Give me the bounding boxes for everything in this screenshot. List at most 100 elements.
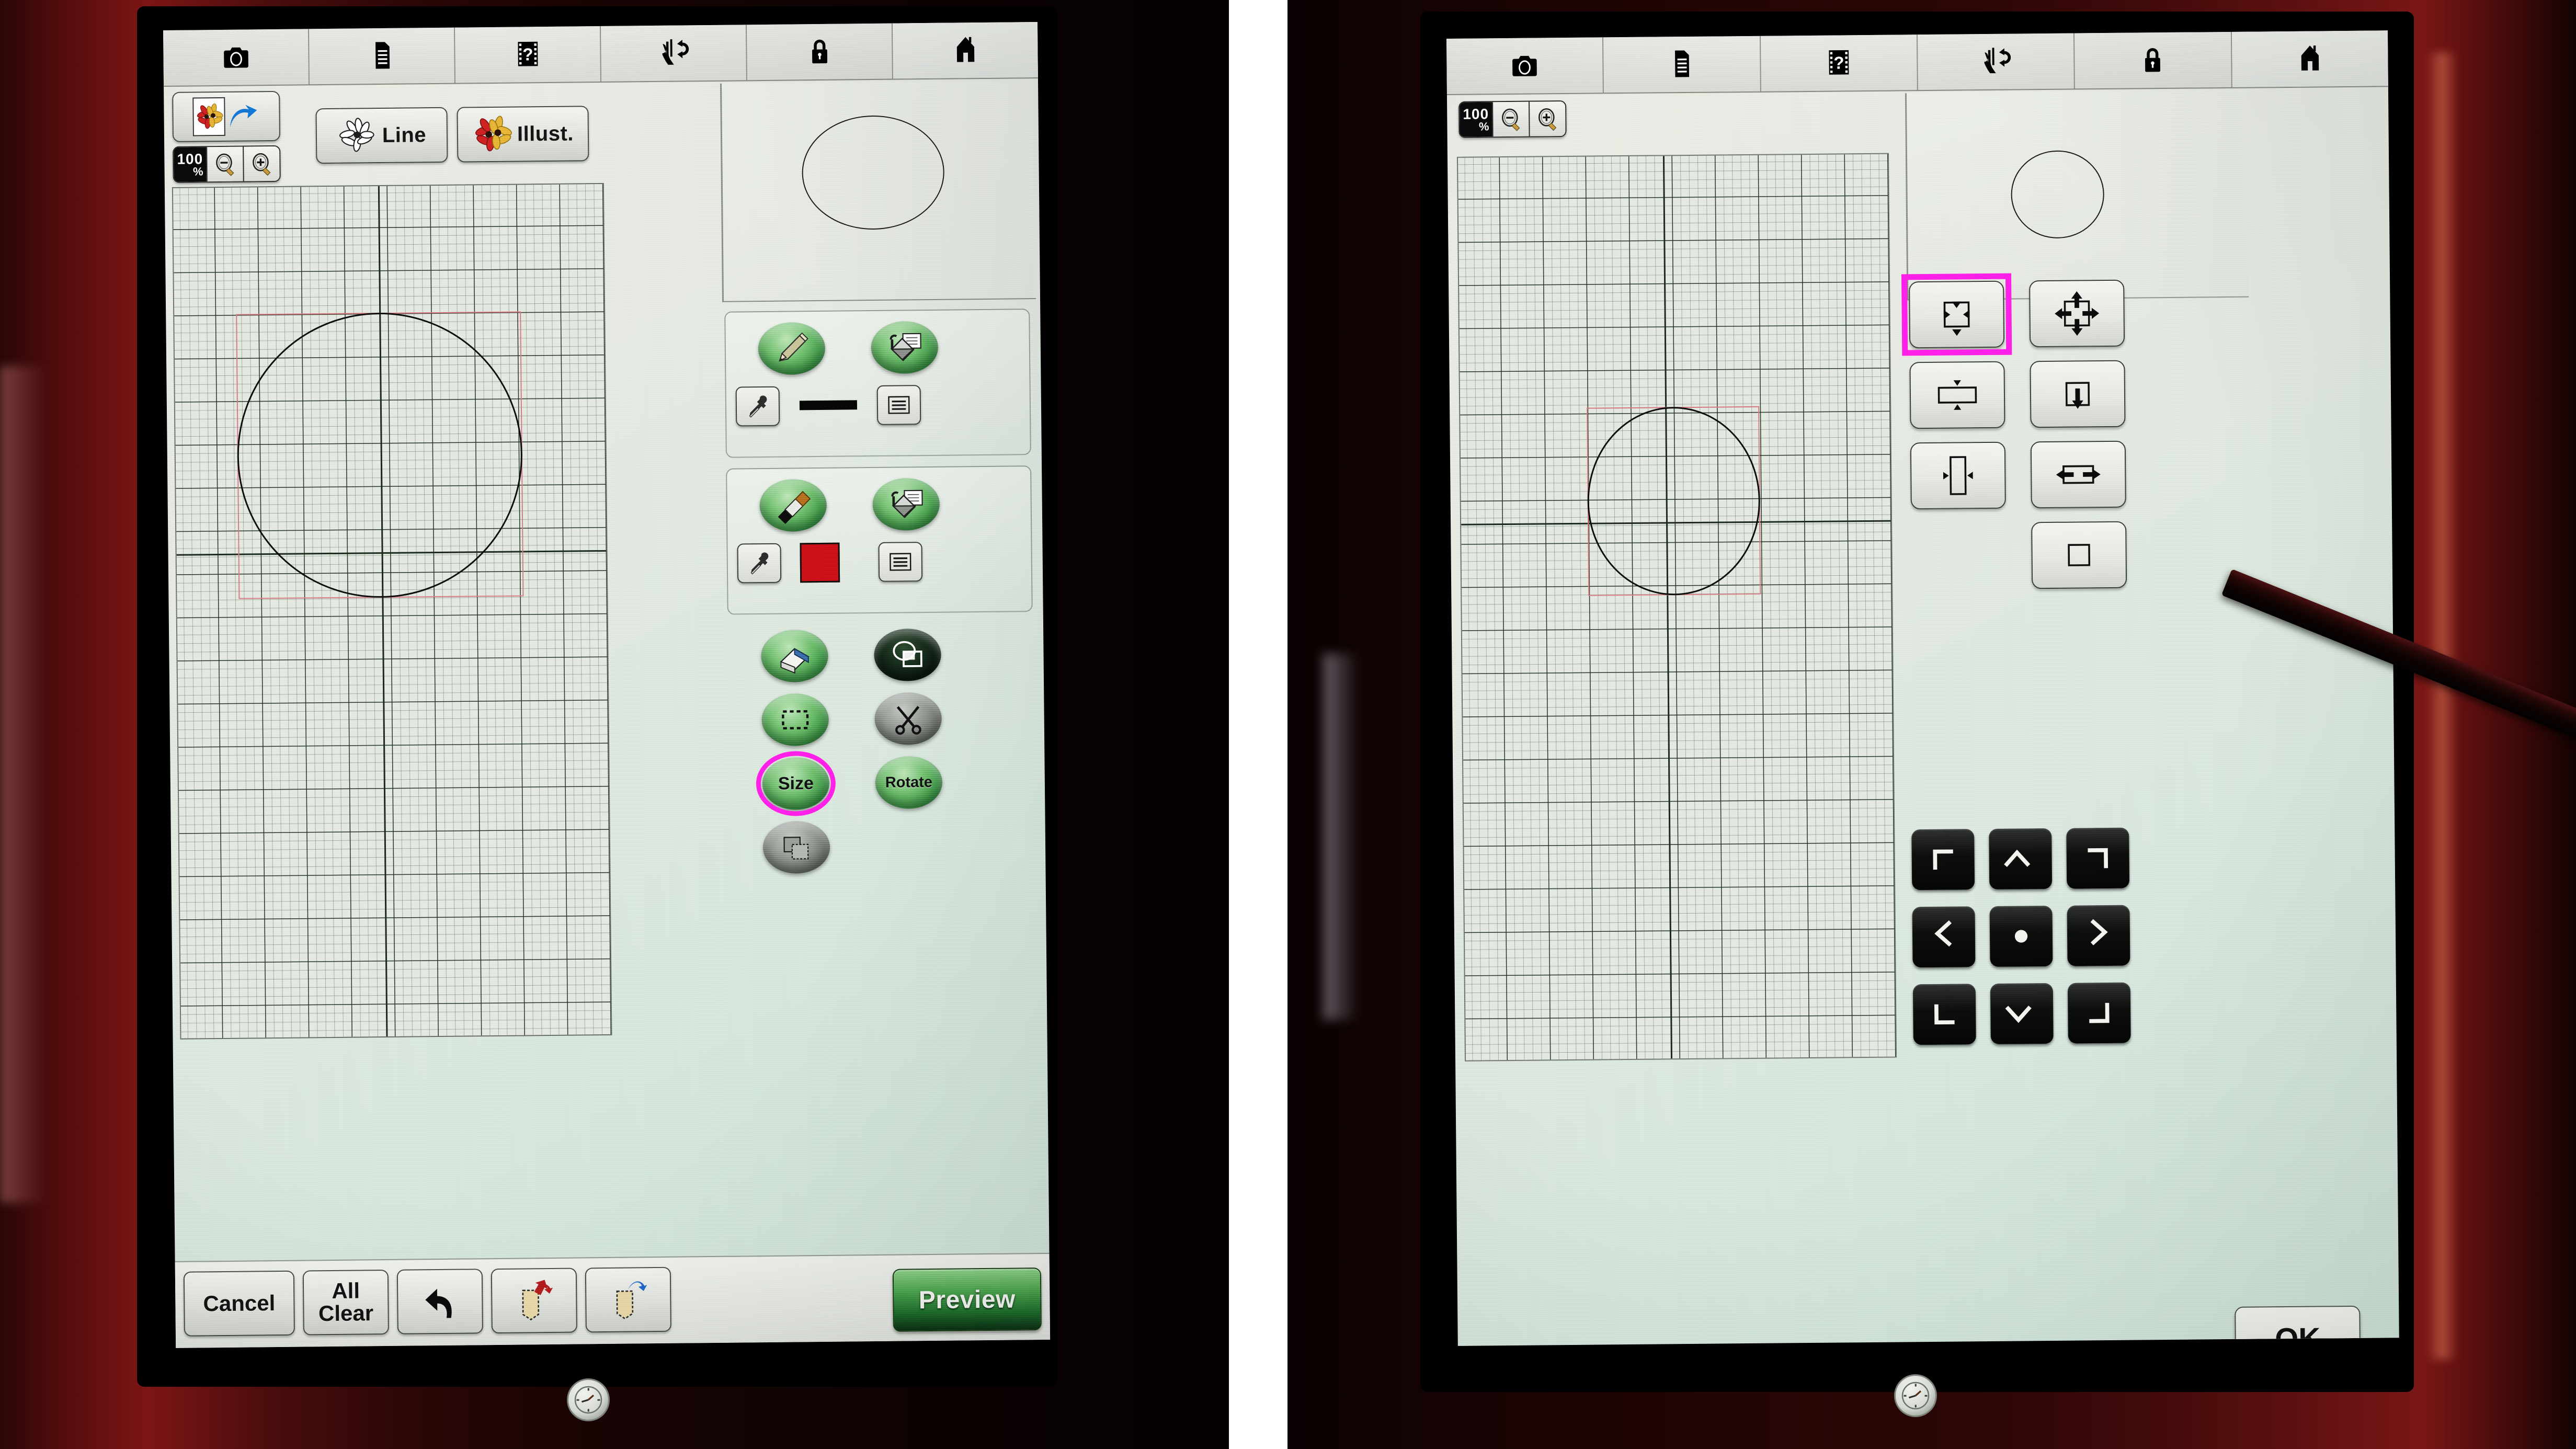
canvas-grid-minor (1456, 153, 1897, 1062)
region-style-list-button[interactable] (878, 542, 923, 582)
enlarge-horiz-icon (2055, 465, 2102, 484)
toolbar-item-home[interactable] (2231, 30, 2388, 87)
drawn-circle-shape[interactable] (1587, 406, 1761, 596)
bottom-action-bar: Cancel All Clear Preview (175, 1252, 1051, 1348)
toolbar-item-home[interactable] (892, 21, 1038, 79)
mode-button-illust-label: Illust. (517, 121, 574, 146)
list-icon (890, 553, 911, 571)
shrink-vertical-button[interactable] (1909, 361, 2005, 429)
line-width-indicator[interactable] (799, 400, 858, 410)
design-canvas-left[interactable] (172, 182, 612, 1040)
chevron-down-icon (2003, 995, 2041, 1032)
original-size-button[interactable] (2031, 521, 2127, 589)
clock-icon (567, 1378, 610, 1421)
preview-button[interactable]: Preview (892, 1267, 1042, 1332)
chevron-right-icon (2080, 917, 2117, 954)
toolbar-item-help[interactable] (454, 26, 601, 83)
image-to-stitch-button[interactable] (172, 90, 281, 142)
zoom-level-unit: % (192, 165, 203, 178)
shrink-horizontal-button[interactable] (1910, 441, 2006, 510)
anchor-position-pad (1911, 827, 2131, 1047)
undo-arrow-icon (425, 1288, 452, 1318)
rotate-tool-button[interactable]: Rotate (875, 756, 943, 809)
source-image-thumbnail (192, 97, 225, 136)
anchor-top-left-button[interactable] (1911, 829, 1975, 891)
line-style-list-button[interactable] (876, 385, 921, 425)
corner-bottom-right-icon (2081, 995, 2118, 1032)
anchor-middle-left-button[interactable] (1912, 906, 1976, 968)
anchor-bottom-center-button[interactable] (1990, 983, 2054, 1044)
marquee-select-icon (777, 701, 814, 738)
all-clear-label: All Clear (318, 1278, 374, 1326)
rotate-tool-label: Rotate (885, 773, 933, 791)
eraser-icon (780, 648, 810, 674)
drawn-circle-shape[interactable] (236, 311, 524, 599)
mode-button-illust[interactable]: Illust. (457, 106, 589, 163)
zoom-level-display: 100 % (1460, 102, 1492, 137)
original-size-icon (2068, 544, 2091, 566)
mode-button-line-label: Line (382, 123, 427, 147)
toolbar-item-lock[interactable] (746, 23, 893, 81)
corner-top-left-icon (1924, 841, 1962, 878)
toolbar-item-page[interactable] (309, 27, 455, 85)
zoom-in-button[interactable] (243, 146, 280, 181)
shape-overlap-tool-button[interactable] (874, 628, 942, 682)
zoom-level-value: 100 (177, 150, 203, 167)
marquee-select-tool-button[interactable] (761, 693, 829, 747)
color-flower-icon (196, 102, 223, 130)
blue-arrow-icon (230, 105, 257, 128)
list-icon (888, 396, 910, 414)
zoom-control: 100 % (1458, 100, 1567, 138)
paintbrush-icon (777, 491, 811, 525)
anchor-center-button[interactable] (1989, 905, 2053, 967)
top-toolbar (1446, 30, 2388, 95)
toolbar-item-page[interactable] (1603, 36, 1761, 93)
region-color-swatch[interactable] (800, 542, 840, 583)
save-to-pocket-button[interactable] (491, 1268, 577, 1334)
toolbar-item-lock[interactable] (2075, 31, 2232, 89)
toolbar-item-needle-thread[interactable] (600, 25, 747, 82)
mode-button-line[interactable]: Line (315, 107, 448, 164)
undo-button[interactable] (396, 1269, 483, 1334)
toolbar-item-camera[interactable] (1446, 37, 1604, 94)
paint-bucket-icon (885, 328, 925, 367)
preview-circle-shape (801, 115, 945, 231)
cancel-button[interactable]: Cancel (183, 1270, 295, 1337)
anchor-bottom-left-button[interactable] (1912, 984, 1976, 1045)
shrink-all-button[interactable] (1909, 280, 2005, 349)
toolbar-item-help[interactable] (1760, 35, 1918, 92)
magnifier-minus-icon (1501, 108, 1520, 132)
shrink-vert-icon (1937, 371, 1977, 419)
screenshot-stage: ? (0, 0, 2576, 1449)
zoom-level-value: 100 (1463, 105, 1489, 122)
enlarge-all-button[interactable] (2029, 279, 2125, 348)
zoom-control: 100 % (173, 145, 281, 183)
anchor-top-right-button[interactable] (2066, 827, 2130, 889)
recall-pocket-icon (616, 1281, 648, 1320)
anchor-middle-right-button[interactable] (2067, 905, 2130, 966)
eyedropper-icon (749, 395, 768, 418)
zoom-in-button[interactable] (1529, 101, 1566, 136)
toolbar-item-camera[interactable] (163, 29, 310, 86)
corner-top-right-icon (2079, 840, 2116, 877)
toolbar-item-needle-thread[interactable] (1917, 33, 2076, 90)
chevron-up-icon (2002, 840, 2039, 877)
zoom-out-button[interactable] (206, 146, 243, 182)
enlarge-vert-icon (2065, 382, 2090, 410)
anchor-bottom-right-button[interactable] (2067, 982, 2131, 1044)
line-eyedropper-button[interactable] (735, 386, 780, 427)
clock-icon (1894, 1374, 1937, 1417)
all-clear-button[interactable]: All Clear (302, 1269, 389, 1336)
pencil-icon (779, 332, 809, 361)
zoom-out-button[interactable] (1492, 101, 1529, 137)
recall-from-pocket-button[interactable] (585, 1267, 671, 1333)
design-canvas-right[interactable] (1456, 153, 1897, 1062)
size-tool-button[interactable]: Size (762, 757, 830, 811)
enlarge-vertical-button[interactable] (2030, 360, 2126, 428)
region-eyedropper-button[interactable] (737, 543, 782, 584)
corner-bottom-left-icon (1926, 996, 1963, 1033)
eraser-tool-button[interactable] (761, 629, 829, 683)
canvas-axis-vertical (1662, 156, 1673, 1059)
anchor-top-center-button[interactable] (1989, 828, 2053, 890)
enlarge-horizontal-button[interactable] (2030, 440, 2126, 509)
